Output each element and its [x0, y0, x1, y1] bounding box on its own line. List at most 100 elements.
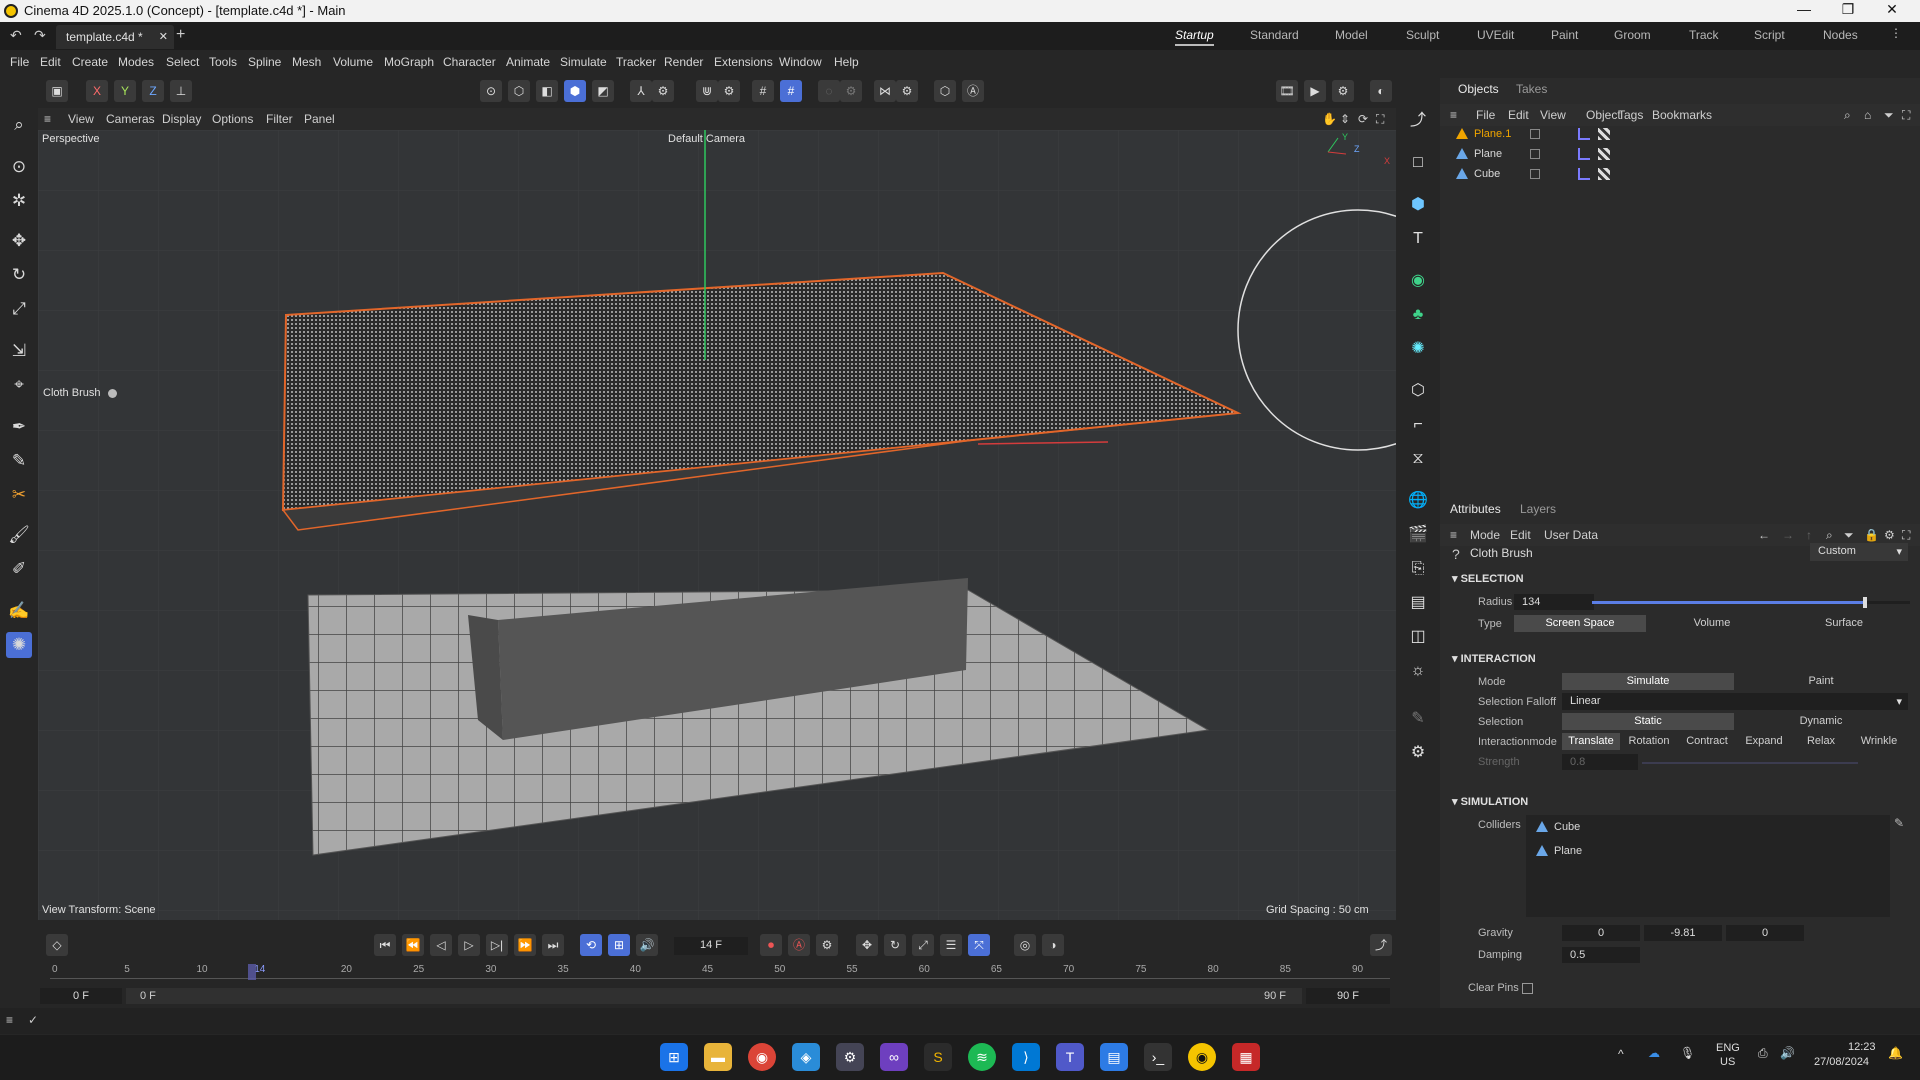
transfer-tool-icon[interactable]: ⇲ — [6, 338, 32, 364]
back-arrow-icon[interactable]: ← — [1758, 528, 1770, 542]
vp-menu-options[interactable]: Options — [212, 112, 253, 126]
symmetry-settings-icon[interactable]: ⚙ — [896, 80, 918, 102]
interpolation-icon[interactable]: ◑ — [1042, 934, 1064, 956]
layout-script[interactable]: Script — [1754, 28, 1785, 42]
enable-axis-icon[interactable]: Ⓐ — [962, 80, 984, 102]
windows-start-icon[interactable]: ⊞ — [660, 1043, 688, 1071]
type-surface[interactable]: Surface — [1778, 615, 1910, 632]
volume-icon[interactable]: ⧖ — [1405, 446, 1431, 472]
preview-range-icon[interactable]: ⊞ — [608, 934, 630, 956]
attr-expand-icon[interactable]: ⛶ — [1902, 528, 1910, 543]
mode-simulate[interactable]: Simulate — [1562, 673, 1734, 690]
onedrive-icon[interactable]: ☁ — [1648, 1046, 1660, 1060]
obj-search-icon[interactable]: ⌕ — [1844, 108, 1851, 123]
colliders-list[interactable]: Cube Plane — [1526, 815, 1890, 917]
texture-tag-icon[interactable] — [1598, 128, 1610, 140]
section-interaction[interactable]: ▾ INTERACTION — [1452, 652, 1536, 665]
attr-menu-mode[interactable]: Mode — [1470, 528, 1500, 542]
axis-mode-icon[interactable]: ⅄ — [630, 80, 652, 102]
coordinate-system-icon[interactable]: ⊥ — [170, 80, 192, 102]
obj-menu-tags[interactable]: Tags — [1618, 108, 1643, 122]
new-tab-icon[interactable]: + — [176, 26, 185, 44]
mode-paint[interactable]: Paint — [1734, 673, 1908, 690]
obj-menu-edit[interactable]: Edit — [1508, 108, 1529, 122]
imode-expand[interactable]: Expand — [1736, 733, 1792, 750]
imode-contract[interactable]: Contract — [1678, 733, 1736, 750]
loop-icon[interactable]: ⟲ — [580, 934, 602, 956]
video-camera-icon[interactable]: ◫ — [1405, 624, 1431, 650]
enable-modeling-icon[interactable]: ⬡ — [934, 80, 956, 102]
deformer-icon[interactable]: ✺ — [1405, 336, 1431, 362]
pdf-app-icon[interactable]: ▦ — [1232, 1043, 1260, 1071]
texture-tag-icon[interactable] — [1598, 148, 1610, 160]
terminal-icon[interactable]: ›_ — [1144, 1043, 1172, 1071]
lock-y-axis-button[interactable]: Y — [114, 80, 136, 102]
dolly-view-icon[interactable]: ⇕ — [1340, 112, 1350, 126]
scene-nodes-icon[interactable]: ⌐ — [1405, 412, 1431, 438]
maps-icon[interactable]: ◈ — [792, 1043, 820, 1071]
vp-menu-view[interactable]: View — [68, 112, 94, 126]
close-tab-icon[interactable]: ✕ — [159, 30, 168, 43]
cube-object-icon[interactable]: ⬢ — [1405, 192, 1431, 218]
camera-object-icon[interactable]: ▤ — [1405, 590, 1431, 616]
visibility-toggle[interactable] — [1530, 169, 1540, 179]
edges-mode-icon[interactable]: ⬡ — [508, 80, 530, 102]
file-explorer-icon[interactable]: ▬ — [704, 1043, 732, 1071]
camera-label[interactable]: Default Camera — [668, 133, 745, 145]
console-icon[interactable]: ≡ — [6, 1013, 13, 1027]
selection-static[interactable]: Static — [1562, 713, 1734, 730]
key-pla-icon[interactable]: ⤧ — [968, 934, 990, 956]
record-icon[interactable]: ⏺ — [760, 934, 782, 956]
object-row-plane1[interactable]: Plane.1 — [1452, 126, 1912, 144]
rotate-tool-icon[interactable]: ↻ — [6, 262, 32, 288]
layout-standard[interactable]: Standard — [1250, 28, 1299, 42]
lock-icon[interactable]: 🔒 — [1864, 528, 1879, 542]
collider-tag-icon[interactable] — [1578, 168, 1590, 180]
layout-startup[interactable]: Startup — [1175, 28, 1214, 46]
obj-menu-bookmarks[interactable]: Bookmarks — [1652, 108, 1712, 122]
radius-slider[interactable] — [1592, 597, 1910, 608]
layout-sculpt[interactable]: Sculpt — [1406, 28, 1439, 42]
imode-rotation[interactable]: Rotation — [1620, 733, 1678, 750]
snap-icon[interactable]: ⋓ — [696, 80, 718, 102]
motion-record-icon[interactable]: ◎ — [1014, 934, 1036, 956]
render-region-icon[interactable]: 🎞 — [1276, 80, 1298, 102]
attr-menu-edit[interactable]: Edit — [1510, 528, 1531, 542]
go-to-end-icon[interactable]: ⏭ — [542, 934, 564, 956]
vscode-icon[interactable]: ⟩ — [1012, 1043, 1040, 1071]
playhead[interactable] — [248, 964, 257, 980]
up-arrow-icon[interactable]: ↑ — [1806, 528, 1812, 542]
prev-key-icon[interactable]: ⏪ — [402, 934, 424, 956]
menu-window[interactable]: Window — [779, 55, 822, 69]
menu-render[interactable]: Render — [664, 55, 703, 69]
object-row-cube[interactable]: Cube — [1452, 166, 1912, 184]
object-name[interactable]: Plane — [1474, 148, 1502, 160]
imode-relax[interactable]: Relax — [1792, 733, 1850, 750]
radius-field[interactable]: 134 — [1514, 594, 1594, 610]
cloth-tag-icon[interactable] — [1578, 128, 1590, 140]
pen-tool-icon[interactable]: ✒ — [6, 414, 32, 440]
play-icon[interactable]: ▷ — [458, 934, 480, 956]
menu-edit[interactable]: Edit — [40, 55, 61, 69]
layout-uvedit[interactable]: UVEdit — [1477, 28, 1514, 42]
edit-pencil-icon[interactable]: ✎ — [1894, 816, 1904, 830]
clock-time[interactable]: 12:23 — [1848, 1041, 1876, 1053]
menu-file[interactable]: File — [10, 55, 29, 69]
menu-volume[interactable]: Volume — [333, 55, 373, 69]
obj-expand-icon[interactable]: ⛶ — [1902, 108, 1910, 123]
layout-model[interactable]: Model — [1335, 28, 1368, 42]
volume-icon[interactable]: 🔊 — [1780, 1046, 1795, 1060]
type-volume[interactable]: Volume — [1646, 615, 1778, 632]
gravity-z-field[interactable]: 0 — [1726, 925, 1804, 941]
next-key-icon[interactable]: ⏩ — [514, 934, 536, 956]
frame-ruler[interactable]: 0 5 10 14 20 25 30 35 40 45 50 55 60 65 70 75 80 85 90 — [50, 964, 1390, 986]
generator-icon[interactable]: ◉ — [1405, 268, 1431, 294]
environment-icon[interactable]: 🌐 — [1405, 488, 1431, 514]
notification-bell-icon[interactable]: 🔔 — [1888, 1046, 1903, 1060]
pan-view-icon[interactable]: ✋ — [1322, 112, 1337, 126]
key-scale-icon[interactable]: ⤢ — [912, 934, 934, 956]
null-object-icon[interactable]: □ — [1405, 150, 1431, 176]
menu-simulate[interactable]: Simulate — [560, 55, 607, 69]
end-frame-field[interactable]: 90 F — [1306, 988, 1390, 1004]
sound-icon[interactable]: 🔊 — [636, 934, 658, 956]
